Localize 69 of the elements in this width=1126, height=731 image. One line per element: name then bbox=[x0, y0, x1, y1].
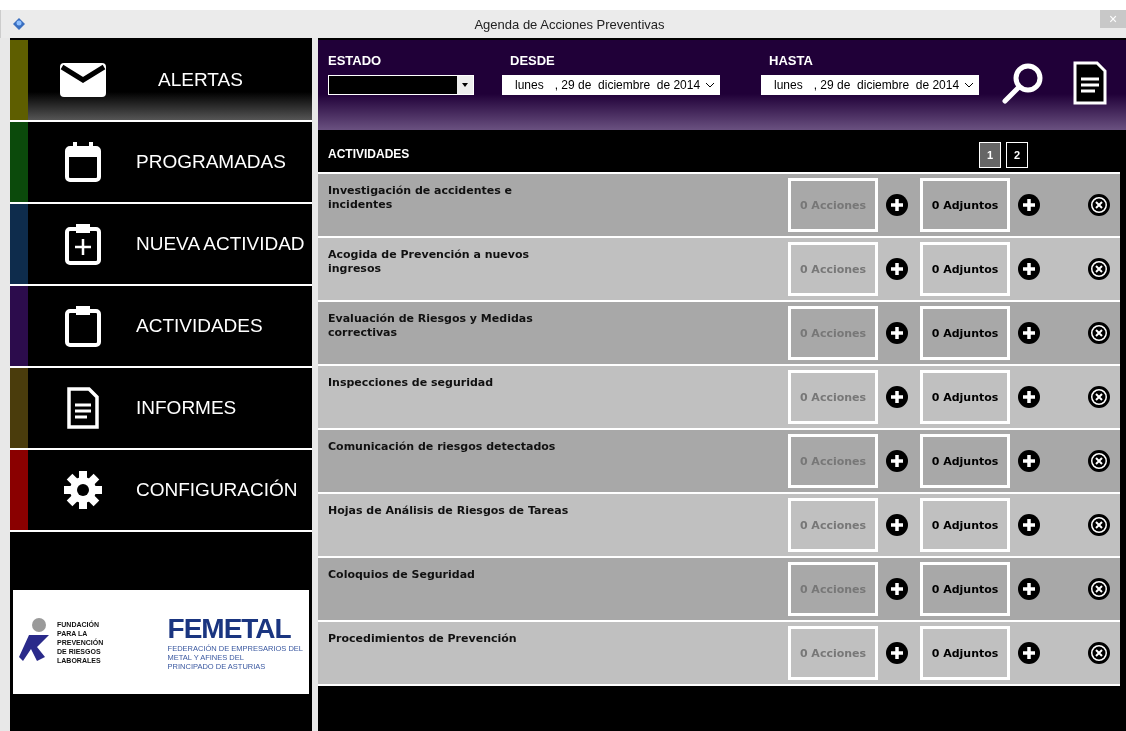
attachments-count-button[interactable]: 0 Adjuntos bbox=[920, 370, 1010, 424]
add-icon[interactable] bbox=[1018, 578, 1040, 600]
document-icon[interactable] bbox=[1073, 61, 1107, 105]
date-picker[interactable]: lunes , 29 de diciembre de 2014 bbox=[761, 75, 979, 95]
delete-icon[interactable] bbox=[1088, 514, 1110, 536]
gear-icon bbox=[63, 470, 103, 510]
add-icon[interactable] bbox=[886, 514, 908, 536]
add-icon[interactable] bbox=[1018, 514, 1040, 536]
add-icon[interactable] bbox=[1018, 450, 1040, 472]
attachments-count-button[interactable]: 0 Adjuntos bbox=[920, 626, 1010, 680]
chevron-icon bbox=[965, 82, 973, 88]
nav-item[interactable]: CONFIGURACIÓN bbox=[10, 450, 312, 532]
page-button[interactable]: 2 bbox=[1006, 142, 1028, 168]
activity-name: Comunicación de riesgos detectados bbox=[328, 440, 557, 454]
window-title: Agenda de Acciones Preventivas bbox=[473, 16, 666, 32]
nav-item[interactable]: PROGRAMADAS bbox=[10, 122, 312, 204]
nav-item[interactable]: INFORMES bbox=[10, 368, 312, 450]
info-icon bbox=[13, 18, 25, 30]
attachments-count-button[interactable]: 0 Adjuntos bbox=[920, 306, 1010, 360]
attachments-count-button[interactable]: 0 Adjuntos bbox=[920, 498, 1010, 552]
activity-name: Hojas de Análisis de Riesgos de Tareas bbox=[328, 504, 570, 518]
attachments-count-button[interactable]: 0 Adjuntos bbox=[920, 178, 1010, 232]
calendar-icon bbox=[65, 142, 101, 182]
date-picker[interactable]: lunes , 29 de diciembre de 2014 bbox=[502, 75, 720, 95]
add-icon[interactable] bbox=[1018, 642, 1040, 664]
add-icon[interactable] bbox=[886, 386, 908, 408]
document-icon bbox=[67, 387, 99, 429]
logo-wordmark: FEMETAL bbox=[167, 613, 292, 644]
clipboard-plus-icon bbox=[65, 223, 101, 265]
add-icon[interactable] bbox=[886, 322, 908, 344]
activity-name: Investigación de accidentes e incidentes bbox=[328, 184, 514, 212]
activity-name: Evaluación de Riesgos y Medidas correctivas bbox=[328, 312, 534, 340]
add-icon[interactable] bbox=[886, 194, 908, 216]
delete-icon[interactable] bbox=[1088, 386, 1110, 408]
activity-name: Acogida de Prevención a nuevos ingresos bbox=[328, 248, 531, 276]
chevron-icon bbox=[706, 82, 714, 88]
delete-icon[interactable] bbox=[1088, 258, 1110, 280]
nav-item[interactable]: NUEVA ACTIVIDAD bbox=[10, 204, 312, 286]
delete-icon[interactable] bbox=[1088, 450, 1110, 472]
clipboard-icon bbox=[65, 305, 101, 347]
attachments-count-button[interactable]: 0 Adjuntos bbox=[920, 434, 1010, 488]
envelope-icon bbox=[60, 63, 106, 97]
delete-icon[interactable] bbox=[1088, 642, 1110, 664]
add-icon[interactable] bbox=[886, 642, 908, 664]
add-icon[interactable] bbox=[886, 578, 908, 600]
activity-name: Procedimientos de Prevención bbox=[328, 632, 518, 646]
status-dropdown[interactable] bbox=[328, 75, 474, 95]
add-icon[interactable] bbox=[886, 258, 908, 280]
attachments-count-button[interactable]: 0 Adjuntos bbox=[920, 562, 1010, 616]
field-label: DESDE bbox=[510, 53, 556, 68]
add-icon[interactable] bbox=[1018, 194, 1040, 216]
page-button[interactable]: 1 bbox=[979, 142, 1001, 168]
section-title: ACTIVIDADES bbox=[328, 147, 410, 161]
add-icon[interactable] bbox=[886, 450, 908, 472]
nav-item[interactable]: ACTIVIDADES bbox=[10, 286, 312, 368]
delete-icon[interactable] bbox=[1088, 194, 1110, 216]
delete-icon[interactable] bbox=[1088, 322, 1110, 344]
add-icon[interactable] bbox=[1018, 386, 1040, 408]
search-icon[interactable] bbox=[1001, 61, 1045, 105]
activity-name: Coloquios de Seguridad bbox=[328, 568, 476, 582]
add-icon[interactable] bbox=[1018, 258, 1040, 280]
attachments-count-button[interactable]: 0 Adjuntos bbox=[920, 242, 1010, 296]
field-label: ESTADO bbox=[328, 53, 383, 68]
add-icon[interactable] bbox=[1018, 322, 1040, 344]
delete-icon[interactable] bbox=[1088, 578, 1110, 600]
field-label: HASTA bbox=[769, 53, 814, 68]
activity-name: Inspecciones de seguridad bbox=[328, 376, 495, 390]
nav-item[interactable]: ALERTAS bbox=[10, 40, 312, 122]
caret-icon bbox=[462, 83, 468, 87]
